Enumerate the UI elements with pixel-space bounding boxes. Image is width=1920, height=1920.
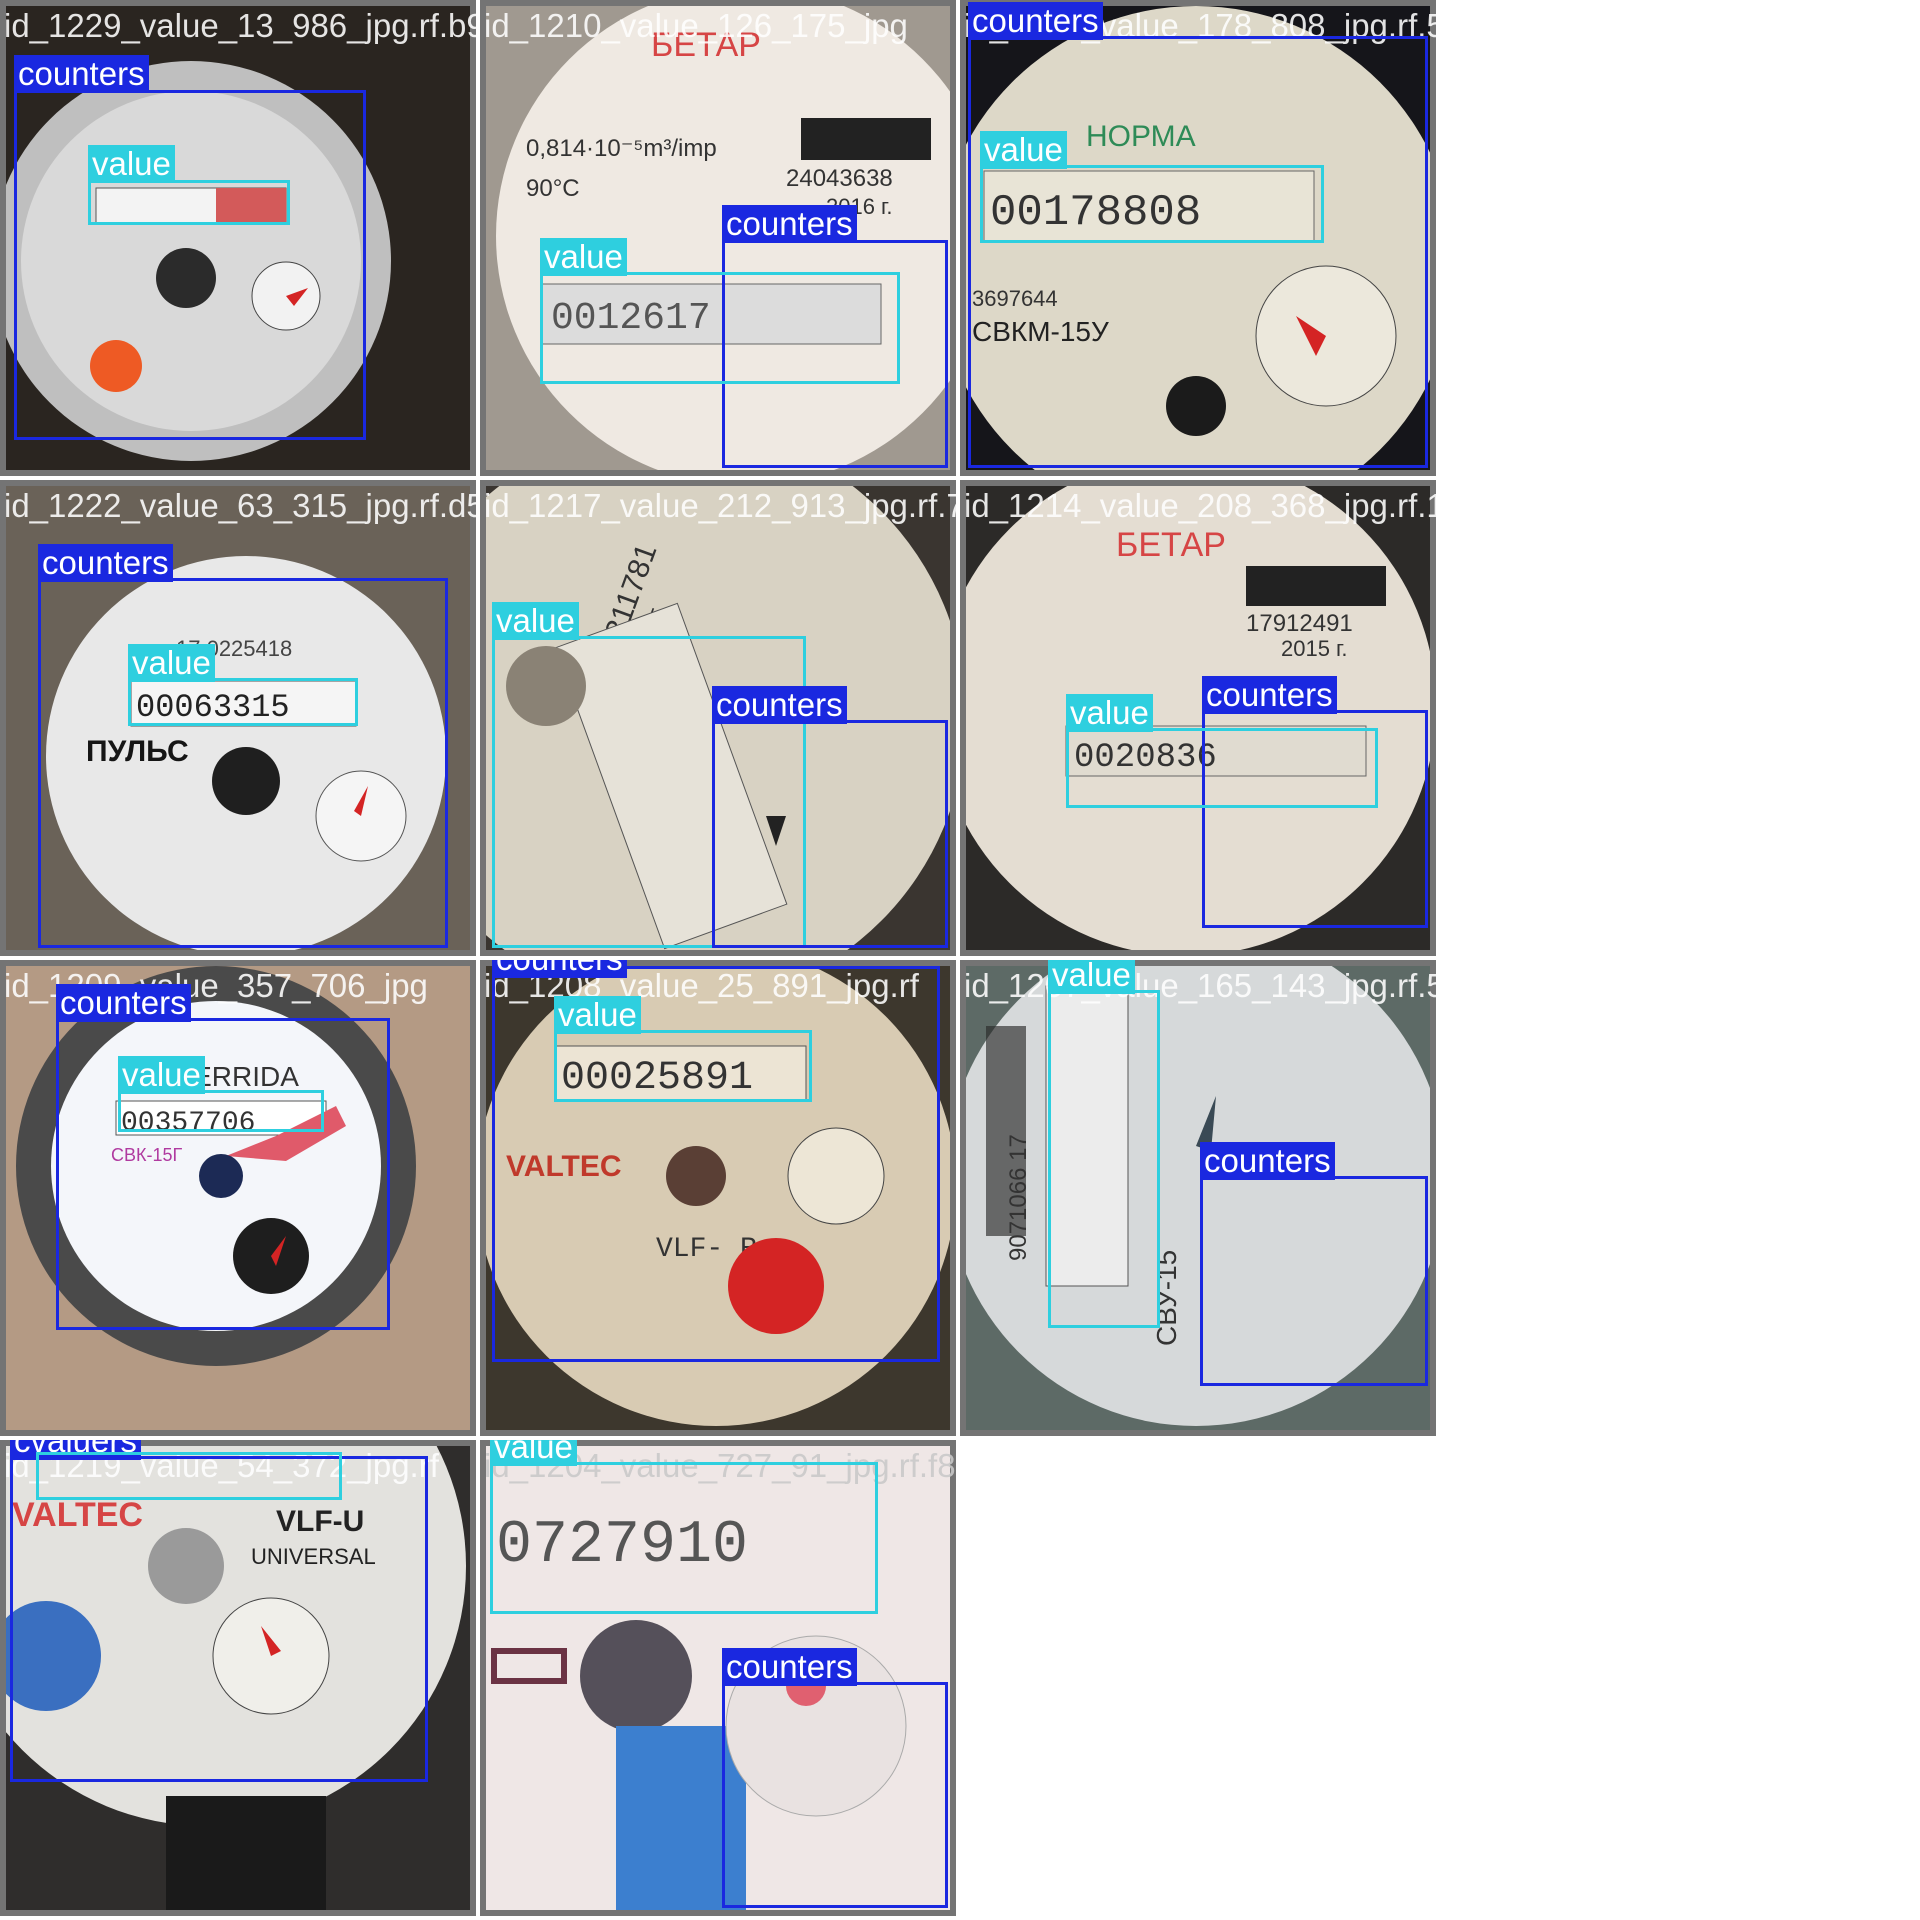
counters-label: counters [492,960,627,978]
counters-label: counters [1200,1142,1335,1180]
value-label: value [128,644,215,682]
mosaic-tile-10: VALTEC VLF-U UNIVERSAL id_1219_value_54_… [0,1440,476,1916]
counters-label: counters [56,984,191,1022]
counters-label: counters [722,1648,857,1686]
value-label: value [88,145,175,183]
value-bbox [118,1090,324,1132]
counters-bbox [1200,1176,1428,1386]
mosaic-tile-9: 9071066 17 СВУ-15 id_1207_value_165_143_… [960,960,1436,1436]
counters-bbox [968,36,1428,468]
counters-label: counters [968,2,1103,40]
counters-bbox [38,578,448,948]
mosaic-tile-1: id_1229_value_13_986_jpg.rf.b9213d count… [0,0,476,476]
rate-text: 0,814·10⁻⁵m³/imp [526,135,717,162]
counters-label: counters [712,686,847,724]
counters-label: counters [1202,676,1337,714]
value-label: value [118,1056,205,1094]
counters-bbox [56,1018,390,1330]
mosaic-tile-7: FERRIDA 00357706 СВК-15Г id_1209_value_3… [0,960,476,1436]
counters-bbox [14,90,366,440]
value-bbox [128,678,358,726]
mosaic-tile-4: 17 0225418 00063315 ПУЛЬС id_1222_value_… [0,480,476,956]
brand-text: БЕТАР [1116,526,1226,564]
serial-text: 9071066 17 [1005,1134,1032,1261]
value-bbox [980,165,1324,243]
brand-text: БЕТАР [651,26,761,64]
year-text: 2015 г. [1281,636,1348,661]
value-label: value [554,996,641,1034]
value-bbox [490,1462,878,1614]
counters-bbox [10,1456,428,1782]
mosaic-tile-2: БЕТАР 0,814·10⁻⁵m³/imp 90°C 24043638 201… [480,0,956,476]
counters-label: counters [722,205,857,243]
value-bbox [554,1030,812,1102]
detection-batch-canvas: { "labels": {"counters": "counters", "va… [0,0,1920,1920]
counters-bbox [722,1682,948,1908]
value-bbox [540,272,900,384]
value-bbox [88,180,290,225]
mosaic-tile-6: БЕТАР 17912491 2015 г. 0020836 id_1214_v… [960,480,1436,956]
counters-bbox [712,720,948,948]
value-label: value [540,238,627,276]
counters-label: counters [14,55,149,93]
mosaic-tile-3: НОРМА 00178808 3697644 СВКМ-15У id_1203_… [960,0,1436,476]
counters-label: counters [38,544,173,582]
value-label: value [1066,694,1153,732]
value-bbox [1066,728,1378,808]
value-label: value [490,1440,577,1466]
value-bbox [1048,990,1160,1328]
value-label: value [980,131,1067,169]
serial-text: 17912491 [1246,610,1353,637]
mosaic-tile-5: 24311781 2016 г. id_1217_value_212_913_j… [480,480,956,956]
mosaic-tile-11: 0727910 id_1204_value_727_91_jpg.rf.f877… [480,1440,956,1916]
value-bbox [36,1452,342,1500]
temp-text: 90°C [526,175,580,202]
mosaic-tile-8: 00025891 VALTEC VLF- R id_1208_value_25_… [480,960,956,1436]
serial-text: 24043638 [786,165,893,192]
value-label: value [492,602,579,640]
value-label: value [1048,960,1135,994]
